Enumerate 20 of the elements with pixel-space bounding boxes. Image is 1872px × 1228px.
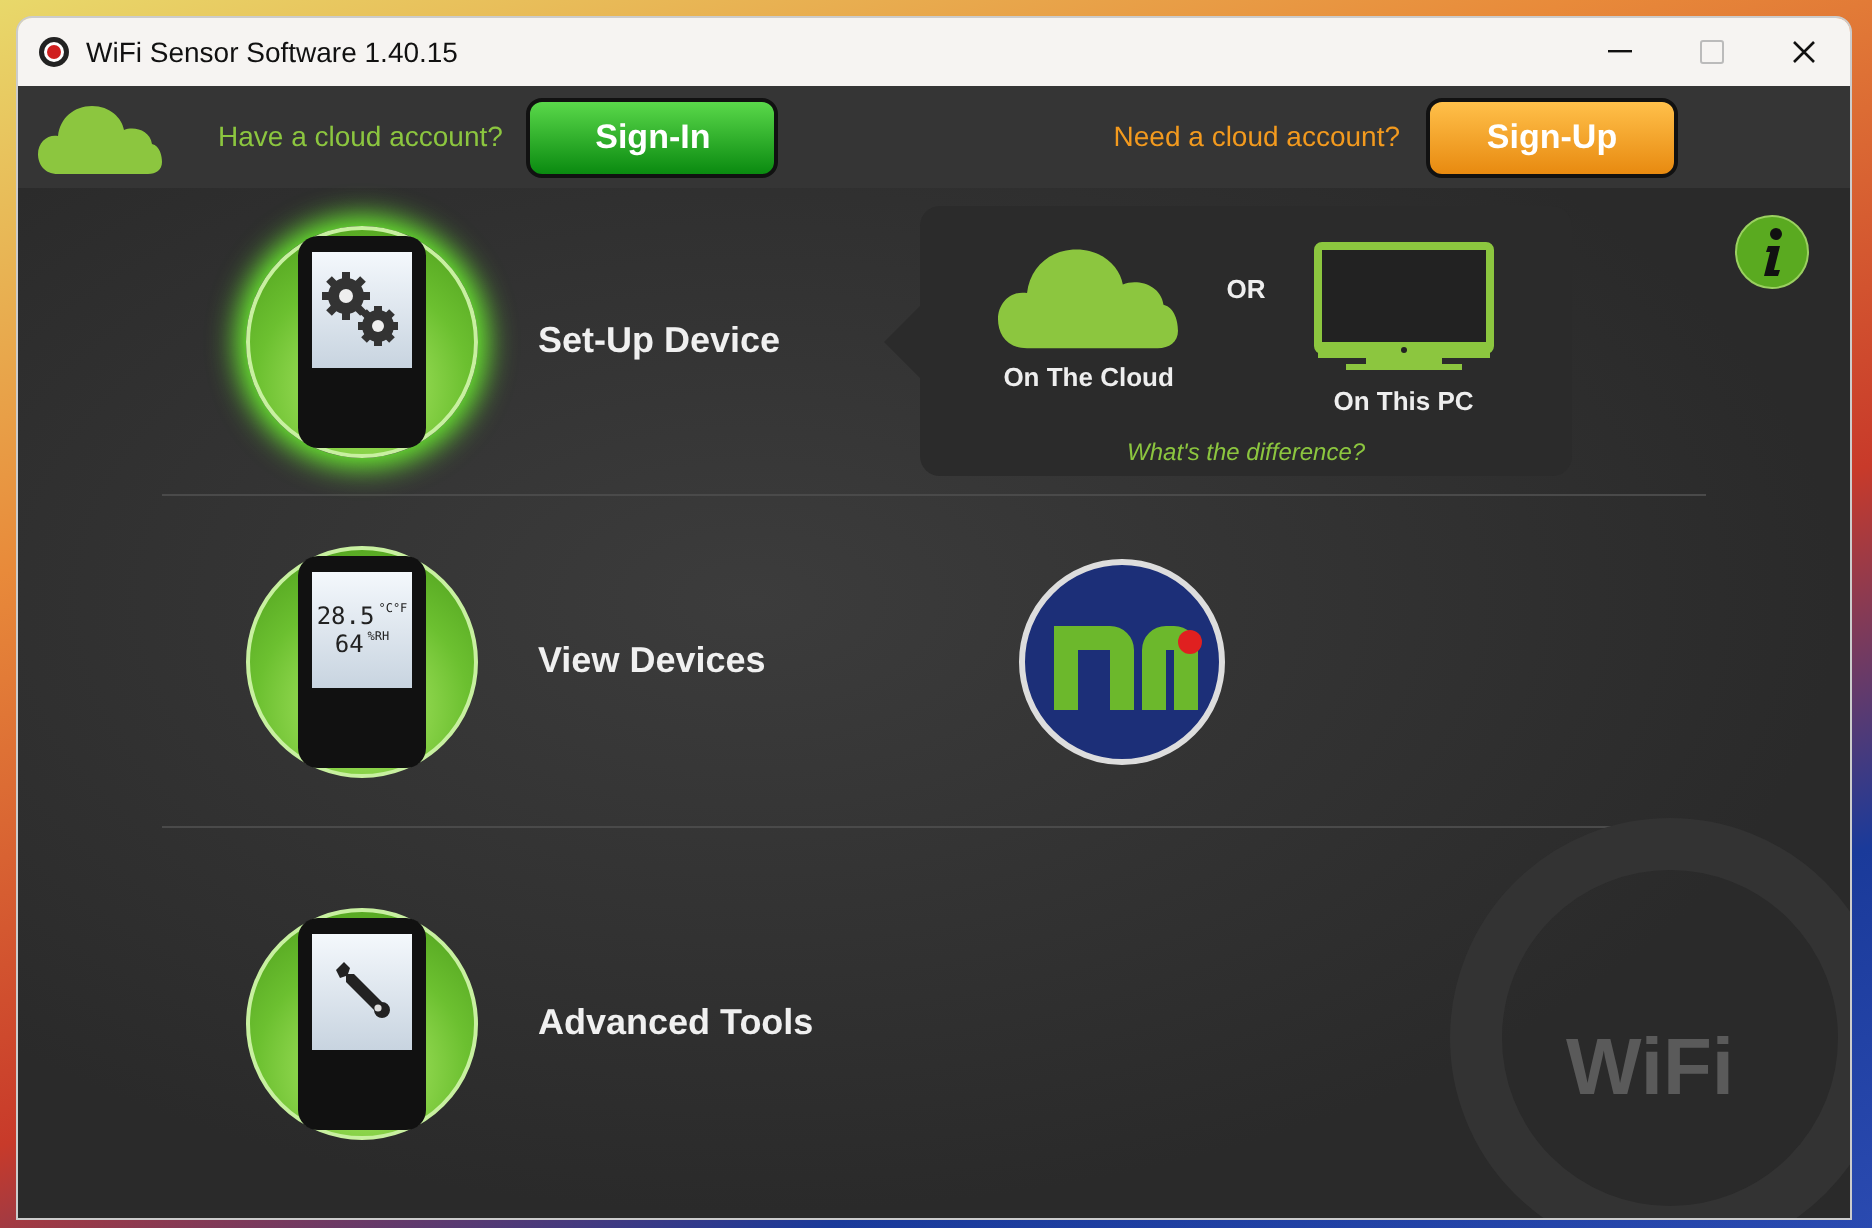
- window-title: WiFi Sensor Software 1.40.15: [86, 33, 458, 71]
- or-separator: OR: [1226, 272, 1266, 308]
- logo-icon: [1017, 557, 1226, 765]
- display-reading: 64: [334, 631, 364, 655]
- minimize-icon[interactable]: [1608, 50, 1632, 54]
- device-button[interactable]: [246, 225, 478, 457]
- menu-label[interactable]: View Devices: [538, 634, 766, 688]
- cloud-icon: [38, 101, 162, 173]
- help-link[interactable]: What's the difference?: [1127, 433, 1366, 469]
- close-icon[interactable]: [1792, 40, 1816, 64]
- monitor-icon[interactable]: [1313, 242, 1494, 374]
- display-reading: 28.5: [316, 603, 375, 627]
- menu-label[interactable]: Set-Up Device: [538, 314, 781, 368]
- option-label[interactable]: On The Cloud: [1003, 358, 1174, 397]
- cloud-account-prompt: Need a cloud account?: [1113, 118, 1400, 156]
- info-icon[interactable]: [1734, 214, 1810, 290]
- app-icon: [38, 36, 70, 68]
- cloud-account-prompt: Have a cloud account?: [218, 118, 503, 156]
- menu-label[interactable]: Advanced Tools: [538, 996, 814, 1050]
- option-label[interactable]: On This PC: [1333, 382, 1474, 421]
